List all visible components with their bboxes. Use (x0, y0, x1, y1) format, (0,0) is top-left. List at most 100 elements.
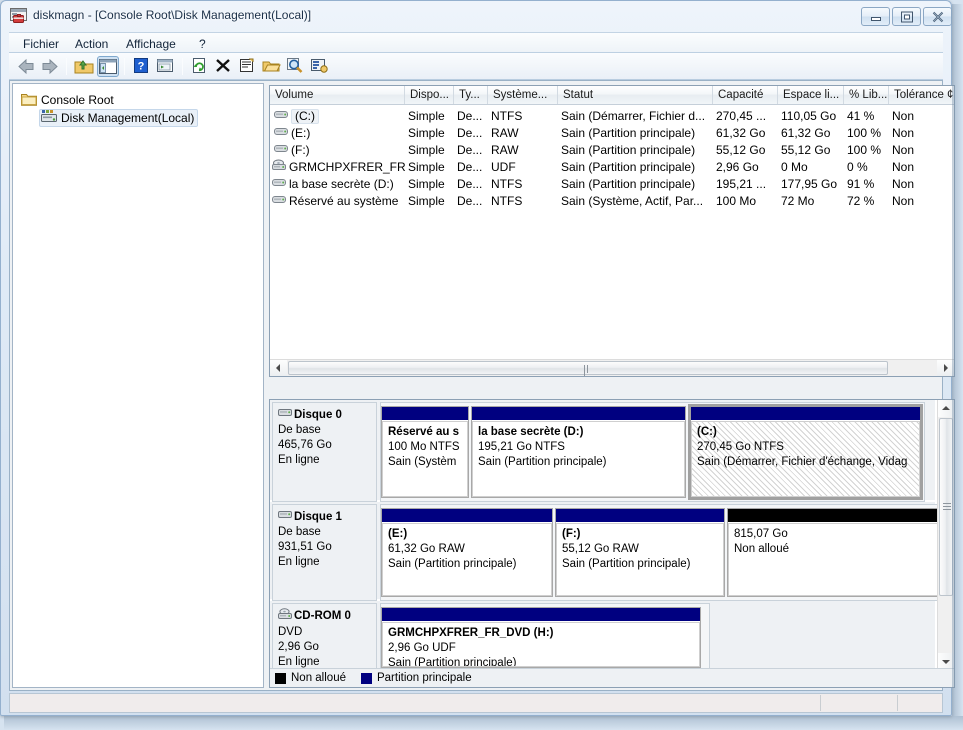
table-row[interactable]: Réservé au système Simple De... NTFS Sai… (270, 193, 954, 210)
cell-espace-libre: 72 Mo (781, 194, 815, 208)
search-icon[interactable] (285, 56, 307, 77)
partition-size: 815,07 Go (734, 528, 788, 540)
legend-label-unallocated: Non alloué (291, 672, 346, 684)
scroll-left-arrow-icon[interactable] (270, 360, 287, 376)
statusbar-divider-2 (820, 695, 821, 711)
disk-block-1[interactable]: Disque 1 De base 931,51 Go En ligne (E:)… (270, 502, 940, 601)
partition-name: (C:) (697, 426, 717, 438)
partition-size: 55,12 Go RAW (562, 543, 639, 555)
delete-icon[interactable] (213, 56, 235, 77)
disk-type-1: De base (278, 526, 321, 538)
cell-capacite: 2,96 Go (716, 160, 759, 174)
toolbar-separator (66, 58, 67, 75)
partition-e[interactable]: (E:) 61,32 Go RAW Sain (Partition princi… (381, 508, 553, 597)
cell-volume-label: la base secrète (D:) (289, 177, 394, 191)
svg-text:?: ? (138, 61, 145, 73)
cell-capacite: 100 Mo (716, 194, 757, 208)
cell-pct-libre: 72 % (847, 194, 875, 208)
close-button[interactable] (923, 7, 952, 26)
tree-item-console-root[interactable]: Console Root (21, 91, 114, 109)
menu-affichage[interactable]: Affichage (120, 36, 182, 52)
refresh-icon[interactable] (189, 56, 211, 77)
minimize-button[interactable] (861, 7, 890, 26)
properties-icon[interactable] (237, 56, 259, 77)
cell-volume: GRMCHPXFRER_FR... (272, 159, 405, 176)
partition-status: Sain (Partition principale) (478, 456, 607, 468)
disk-block-cdrom[interactable]: CD-ROM 0 DVD 2,96 Go En ligne GRMCHPXFRE… (270, 601, 935, 672)
cell-dispo: Simple (408, 109, 445, 123)
column-header-filesystem[interactable]: Système... (488, 86, 558, 104)
column-header-statut[interactable]: Statut (558, 86, 713, 104)
drive-icon (272, 193, 286, 210)
disk-type-0: De base (278, 424, 321, 436)
column-header-dispo[interactable]: Dispo... (405, 86, 454, 104)
partition-bar (556, 509, 724, 522)
up-folder-icon[interactable] (73, 56, 95, 77)
cell-tolerance: Non (892, 126, 915, 140)
open-folder-icon[interactable] (261, 56, 283, 77)
partition-bar (728, 509, 938, 522)
menu-fichier[interactable]: Fichier (17, 36, 65, 52)
cdrom-icon (272, 159, 286, 176)
disk-size-1: 931,51 Go (278, 541, 332, 553)
back-icon[interactable] (15, 56, 37, 77)
disk-title-1: Disque 1 (278, 509, 376, 525)
table-row[interactable]: (C:) Simple De... NTFS Sain (Démarrer, F… (270, 108, 954, 125)
statusbar-divider-3 (897, 695, 898, 711)
cell-statut: Sain (Partition principale) (561, 177, 696, 191)
cell-volume: (C:) (274, 108, 405, 125)
column-header-pct-libre[interactable]: % Lib... (844, 86, 889, 104)
table-row[interactable]: (F:) Simple De... RAW Sain (Partition pr… (270, 142, 954, 159)
menu-help[interactable]: ? (193, 36, 212, 52)
cell-filesystem: RAW (491, 143, 519, 157)
cell-statut: Sain (Partition principale) (561, 143, 696, 157)
partition-base-secrete[interactable]: la base secrète (D:) 195,21 Go NTFS Sain… (471, 406, 686, 498)
cell-filesystem: NTFS (491, 177, 523, 191)
table-row[interactable]: GRMCHPXFRER_FR... Simple De... UDF Sain … (270, 159, 954, 176)
partition-f[interactable]: (F:) 55,12 Go RAW Sain (Partition princi… (555, 508, 725, 597)
column-header-espace-libre[interactable]: Espace li... (778, 86, 844, 104)
vscrollbar-thumb[interactable] (939, 418, 953, 596)
partition-size: 2,96 Go UDF (388, 642, 456, 654)
partition-body: (F:) 55,12 Go RAW Sain (Partition princi… (556, 523, 724, 596)
disk-status-1: En ligne (278, 556, 320, 568)
hscrollbar-thumb[interactable] (288, 361, 888, 376)
partition-name: (F:) (562, 528, 581, 540)
help-icon[interactable]: ? (131, 56, 153, 77)
partition-c[interactable]: (C:) 270,45 Go NTFS Sain (Démarrer, Fich… (688, 404, 923, 500)
disk-title-0: Disque 0 (278, 407, 376, 423)
tree-item-disk-management[interactable]: Disk Management(Local) (39, 109, 199, 127)
column-header-volume[interactable]: Volume (270, 86, 405, 104)
cell-tolerance: Non (892, 109, 915, 123)
disk-size-cdrom: 2,96 Go (278, 641, 319, 653)
restore-button[interactable] (892, 7, 921, 26)
menu-action[interactable]: Action (69, 36, 114, 52)
partition-h-dvd[interactable]: GRMCHPXFRER_FR_DVD (H:) 2,96 Go UDF Sain… (381, 607, 701, 668)
partition-unallocated[interactable]: 815,07 Go Non alloué (727, 508, 939, 597)
disk-block-0[interactable]: Disque 0 De base 465,76 Go En ligne Rése… (270, 400, 935, 502)
disk-size-0: 465,76 Go (278, 439, 332, 451)
show-console-tree-icon[interactable] (97, 56, 119, 77)
forward-icon[interactable] (39, 56, 61, 77)
rescan-disks-icon[interactable] (309, 56, 331, 77)
column-header-type[interactable]: Ty... (454, 86, 488, 104)
partition-bar (691, 407, 920, 420)
cell-volume-label: (F:) (291, 143, 310, 157)
graphic-view-legend: Non alloué Partition principale (270, 668, 954, 687)
column-header-capacite[interactable]: Capacité (713, 86, 778, 104)
disk-info-cdrom: CD-ROM 0 DVD 2,96 Go En ligne (272, 603, 377, 672)
volume-list-hscrollbar[interactable] (270, 359, 954, 376)
legend-swatch-primary (360, 672, 372, 684)
partition-bar (382, 407, 468, 420)
cell-type: De... (457, 126, 483, 140)
table-row[interactable]: la base secrète (D:) Simple De... NTFS S… (270, 176, 954, 193)
partition-name: la base secrète (D:) (478, 426, 584, 438)
column-header-tolerance[interactable]: Tolérance ¢ (889, 86, 954, 104)
cell-type: De... (457, 109, 483, 123)
cell-volume-label: (C:) (291, 109, 319, 124)
cell-capacite: 55,12 Go (716, 143, 766, 157)
export-list-icon[interactable] (155, 56, 177, 77)
toolbar-separator-2 (124, 58, 125, 75)
partition-reserved[interactable]: Réservé au s 100 Mo NTFS Sain (Systèm (381, 406, 469, 498)
table-row[interactable]: (E:) Simple De... RAW Sain (Partition pr… (270, 125, 954, 142)
